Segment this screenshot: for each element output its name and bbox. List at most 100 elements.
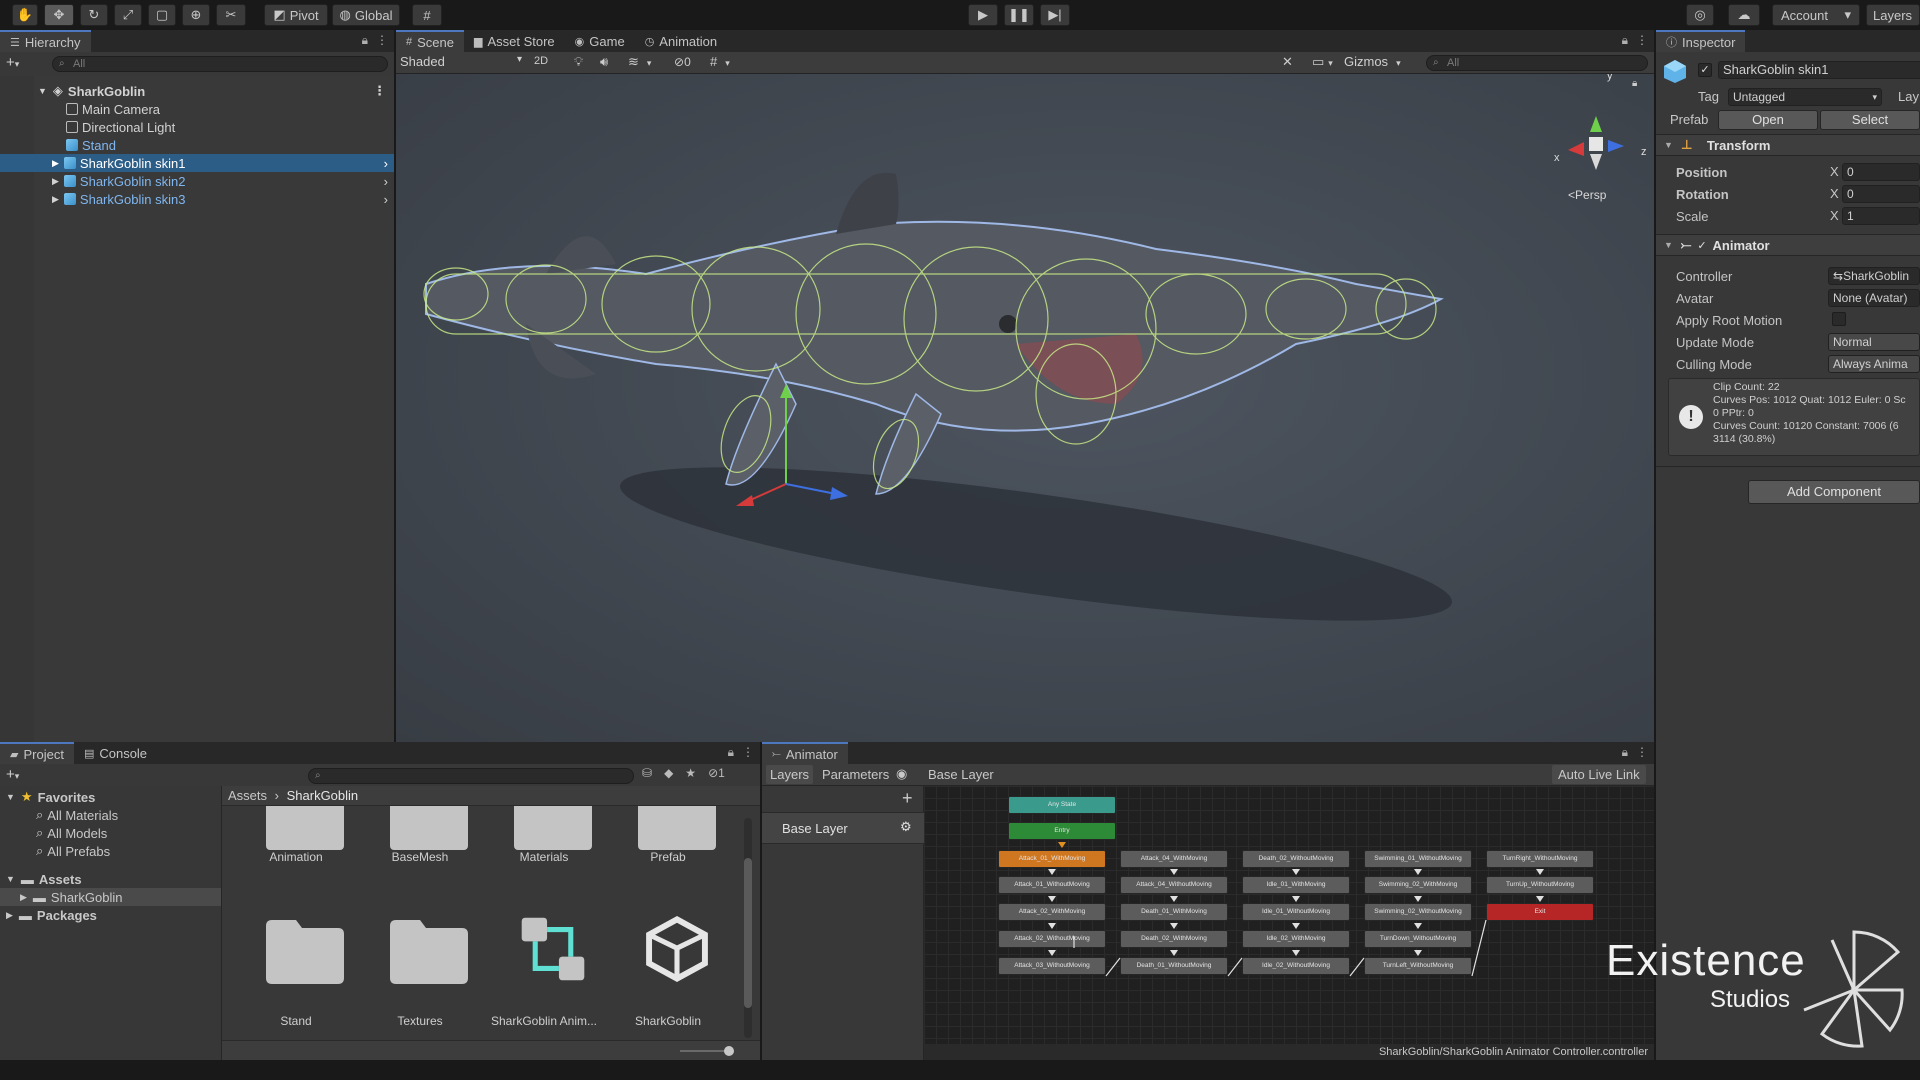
lock-icon[interactable]: 🔒︎ (1622, 745, 1628, 760)
layer-breadcrumb[interactable]: Base Layer (928, 767, 994, 782)
play-button[interactable]: ▶ (968, 4, 998, 26)
icon-size-slider-handle[interactable] (724, 1046, 734, 1056)
active-checkbox[interactable]: ✓ (1698, 63, 1712, 77)
asset-tile-animation[interactable]: Animation (236, 806, 356, 920)
chevron-right-icon[interactable]: › (384, 192, 388, 207)
hierarchy-item-sharkgoblin-skin3[interactable]: ▶ SharkGoblin skin3 › (0, 190, 394, 208)
tag-dropdown[interactable]: Untagged ▾ (1728, 88, 1882, 106)
cloud-button[interactable]: ☁ (1728, 4, 1760, 26)
layers-tab[interactable]: Layers (766, 765, 814, 784)
scene-viewport[interactable]: y z x 🔒︎ <Persp (396, 74, 1654, 742)
tree-all-materials[interactable]: ⌕ All Materials (0, 806, 221, 824)
hierarchy-item-stand[interactable]: Stand (0, 136, 394, 154)
parameters-tab[interactable]: Parameters (822, 767, 889, 782)
label-filter-icon[interactable]: ◆ (664, 766, 673, 780)
layer-item-base[interactable]: Base Layer ⚙ (762, 812, 924, 844)
tab-animation[interactable]: ◷ Animation (635, 30, 727, 52)
account-dropdown[interactable]: Account ▾ (1772, 4, 1860, 26)
hierarchy-search-input[interactable]: ⌕ All (52, 56, 388, 72)
audio-toggle[interactable]: 🔊︎ (600, 54, 608, 70)
animator-component-header[interactable]: ▼ ⤚ ✓ Animator (1656, 234, 1920, 256)
perspective-toggle[interactable]: <Persp (1568, 188, 1606, 202)
controller-field[interactable]: ⇆SharkGoblin (1828, 267, 1920, 285)
kebab-menu-icon[interactable]: ⋮ (1636, 33, 1648, 48)
update-mode-dropdown[interactable]: Normal (1828, 333, 1920, 351)
hierarchy-item-sharkgoblin-skin2[interactable]: ▶ SharkGoblin skin2 › (0, 172, 394, 190)
hand-tool-button[interactable]: ✋ (12, 4, 38, 26)
position-x-field[interactable]: 0 (1842, 163, 1920, 181)
rect-tool-button[interactable]: ▢ (148, 4, 176, 26)
tools-button[interactable]: ✕ (1282, 54, 1293, 70)
lock-icon[interactable]: 🔒︎ (362, 33, 368, 48)
pause-button[interactable]: ❚❚ (1004, 4, 1034, 26)
tab-asset-store[interactable]: ▆ Asset Store (464, 30, 565, 52)
tree-packages[interactable]: ▶ ▬ Packages (0, 906, 221, 924)
asset-grid-scrollbar[interactable] (744, 818, 752, 1038)
favorite-star-icon[interactable]: ★ (685, 766, 696, 780)
asset-tile-sharkgoblin-scene[interactable]: SharkGoblin (608, 906, 728, 1028)
rotation-x-field[interactable]: 0 (1842, 185, 1920, 203)
tree-all-prefabs[interactable]: ⌕ All Prefabs (0, 842, 221, 860)
prefab-open-button[interactable]: Open (1718, 110, 1818, 130)
tree-all-models[interactable]: ⌕ All Models (0, 824, 221, 842)
object-name-field[interactable]: SharkGoblin skin1 (1718, 61, 1920, 79)
tab-game[interactable]: ◉ Game (565, 30, 635, 52)
camera-dropdown[interactable]: ▭ ▾ (1312, 54, 1333, 70)
project-search-input[interactable]: ⌕ (308, 768, 634, 784)
toggle-2d-button[interactable]: 2D (534, 55, 548, 67)
hidden-objects-toggle[interactable]: ⊘0 (674, 55, 691, 69)
gizmos-dropdown[interactable]: Gizmos ▾ (1344, 54, 1401, 69)
lighting-toggle[interactable]: 💡︎ (574, 54, 583, 70)
tab-hierarchy[interactable]: ☰ Hierarchy (0, 30, 91, 52)
global-toggle[interactable]: ◍ Global (332, 4, 400, 26)
gizmo-axis-z[interactable]: z (1641, 146, 1647, 158)
prefab-select-button[interactable]: Select (1820, 110, 1920, 130)
culling-mode-dropdown[interactable]: Always Anima (1828, 355, 1920, 373)
asset-tile-animator-controller[interactable]: SharkGoblin Anim... (484, 906, 604, 1028)
kebab-menu-icon[interactable]: ⋮ (373, 83, 386, 99)
scrollbar-thumb[interactable] (744, 858, 752, 1008)
avatar-field[interactable]: None (Avatar) (1828, 289, 1920, 307)
type-filter-icon[interactable]: ⛁ (642, 766, 652, 780)
pivot-toggle[interactable]: ◩ Pivot (264, 4, 328, 26)
scale-tool-button[interactable]: ⤢ (114, 4, 142, 26)
scale-x-field[interactable]: 1 (1842, 207, 1920, 225)
tab-inspector[interactable]: ⓘ Inspector (1656, 30, 1746, 52)
enabled-checkbox[interactable]: ✓ (1697, 239, 1706, 252)
hierarchy-item-main-camera[interactable]: Main Camera (0, 100, 394, 118)
kebab-menu-icon[interactable]: ⋮ (1636, 745, 1648, 760)
hierarchy-item-sharkgoblin-skin1[interactable]: ▶ SharkGoblin skin1 › (0, 154, 394, 172)
move-tool-button[interactable]: ✥ (44, 4, 74, 26)
create-button[interactable]: +▾ (6, 54, 19, 71)
tab-project[interactable]: ▰ Project (0, 742, 74, 764)
gizmo-axis-y[interactable]: y (1607, 74, 1613, 82)
gizmo-lock-icon[interactable]: 🔒︎ (1632, 78, 1637, 89)
breadcrumb-assets[interactable]: Assets (228, 788, 267, 803)
lock-icon[interactable]: 🔒︎ (728, 745, 734, 760)
project-create-button[interactable]: +▾ (6, 766, 19, 783)
icon-size-slider[interactable] (680, 1050, 730, 1052)
asset-tile-stand[interactable]: Stand (236, 918, 356, 1038)
auto-live-link-toggle[interactable]: Auto Live Link (1552, 765, 1646, 784)
chevron-right-icon[interactable]: › (384, 156, 388, 171)
tree-sharkgoblin[interactable]: ▶ ▬ SharkGoblin (0, 888, 221, 906)
lock-icon[interactable]: 🔒︎ (1622, 33, 1628, 48)
custom-tool-button[interactable]: ✂ (216, 4, 246, 26)
asset-tile-materials[interactable]: Materials (484, 806, 604, 920)
effects-dropdown[interactable]: ≋ ▾ (628, 54, 651, 70)
transform-component-header[interactable]: ▼ ⊥ Transform (1656, 134, 1920, 156)
layers-dropdown[interactable]: Layers (1866, 4, 1920, 26)
grid-dropdown[interactable]: # ▾ (710, 54, 730, 69)
add-component-button[interactable]: Add Component (1748, 480, 1920, 504)
add-layer-button[interactable]: + (902, 788, 913, 809)
scene-search-input[interactable]: ⌕ All (1426, 55, 1648, 71)
hidden-packages-toggle[interactable]: ⊘1 (708, 766, 725, 780)
gizmo-axis-x[interactable]: x (1554, 152, 1560, 164)
shading-mode-dropdown[interactable]: Shaded ▾ (400, 54, 524, 72)
gear-icon[interactable]: ⚙ (900, 819, 912, 835)
tab-animator[interactable]: ⤚ Animator (762, 742, 848, 764)
collab-button[interactable]: ◎ (1686, 4, 1714, 26)
chevron-right-icon[interactable]: › (384, 174, 388, 189)
tree-assets[interactable]: ▼ ▬ Assets (0, 870, 221, 888)
rotate-tool-button[interactable]: ↻ (80, 4, 108, 26)
